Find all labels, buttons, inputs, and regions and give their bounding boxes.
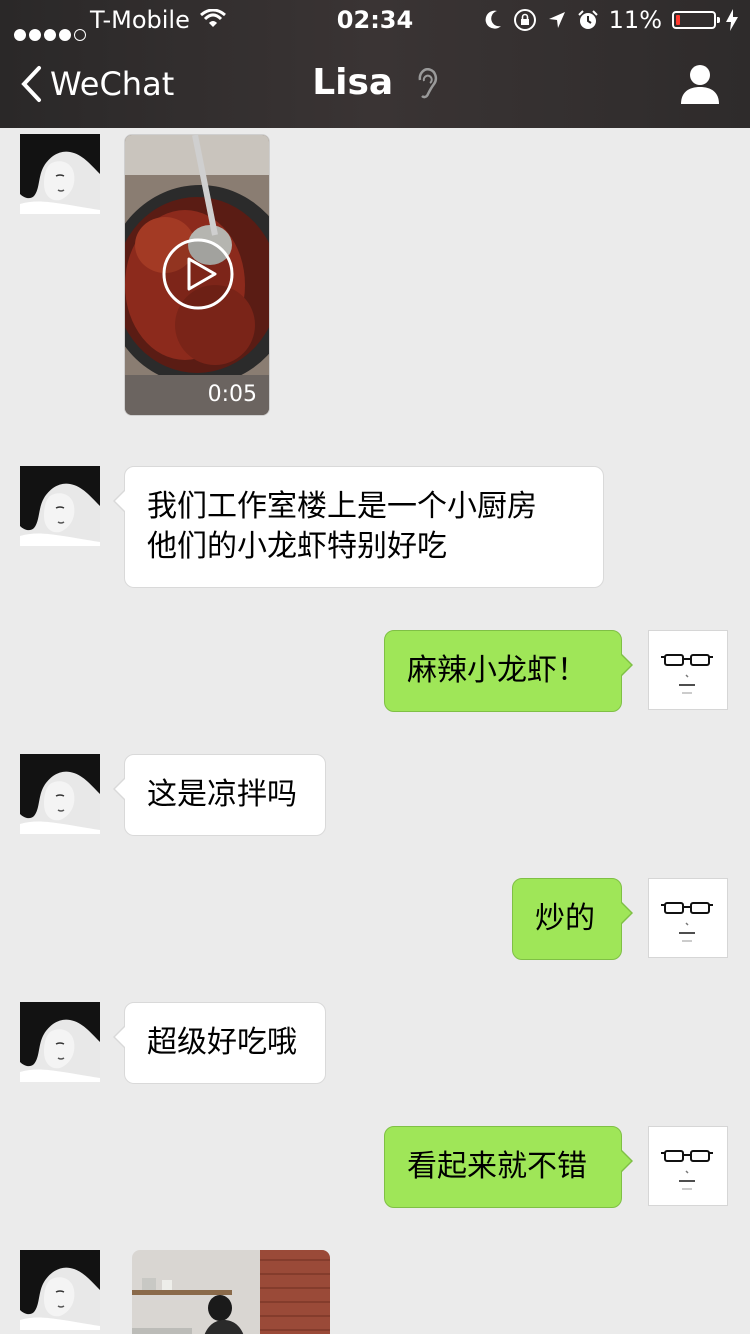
lisa-avatar[interactable]	[20, 754, 100, 834]
play-icon[interactable]	[161, 237, 235, 311]
image-message[interactable]	[132, 1250, 330, 1334]
message-bubble-outgoing[interactable]: 看起来就不错	[384, 1126, 633, 1208]
video-message[interactable]: 0:05	[124, 134, 270, 416]
message-text: 超级好吃哦	[147, 1025, 297, 1060]
message-bubble-incoming[interactable]: 我们工作室楼上是一个小厨房 他们的小龙虾特别好吃	[113, 466, 604, 588]
alarm-icon	[577, 10, 598, 29]
lisa-avatar[interactable]	[20, 1250, 100, 1330]
message-bubble-outgoing[interactable]: 麻辣小龙虾！	[384, 630, 633, 712]
message-text: 炒的	[535, 901, 595, 936]
message-bubble-incoming[interactable]: 这是凉拌吗	[113, 754, 326, 836]
message-list[interactable]: 0:05 我们工作室楼上是一个小厨房 他们的小龙虾特别好吃 麻辣小龙虾！ 这是凉…	[0, 128, 750, 1334]
message-text: 这是凉拌吗	[147, 777, 297, 812]
message-bubble-incoming[interactable]: 超级好吃哦	[113, 1002, 326, 1084]
status-icons: 11%	[483, 0, 738, 40]
charging-bolt-icon	[726, 9, 738, 31]
contact-name: Lisa	[312, 62, 394, 103]
lisa-avatar[interactable]	[20, 1002, 100, 1082]
battery-icon	[672, 11, 720, 29]
rotation-lock-icon	[513, 9, 536, 31]
battery-percent: 11%	[608, 6, 662, 34]
profile-icon[interactable]	[680, 64, 720, 104]
ear-icon	[418, 68, 437, 99]
message-bubble-outgoing[interactable]: 炒的	[512, 878, 633, 960]
lisa-avatar[interactable]	[20, 134, 100, 214]
message-text: 他们的小龙虾特别好吃	[147, 529, 447, 564]
location-icon	[548, 12, 565, 28]
chat-title: Lisa	[0, 62, 750, 103]
message-text: 麻辣小龙虾！	[407, 653, 587, 688]
lisa-avatar[interactable]	[20, 466, 100, 546]
my-avatar[interactable]	[648, 1126, 728, 1206]
battery-level	[676, 15, 680, 25]
status-bar: T-Mobile 02:34 11%	[0, 0, 750, 41]
header: T-Mobile 02:34 11% WeChat Lisa	[0, 0, 750, 128]
my-avatar[interactable]	[648, 878, 728, 958]
message-text: 看起来就不错	[407, 1149, 587, 1184]
video-duration: 0:05	[207, 382, 257, 407]
nav-bar: WeChat Lisa	[0, 40, 750, 128]
chat-screen: T-Mobile 02:34 11% WeChat Lisa 0:05 我们工作…	[0, 0, 750, 1334]
moon-icon	[485, 10, 501, 29]
message-text: 我们工作室楼上是一个小厨房	[147, 489, 537, 524]
my-avatar[interactable]	[648, 630, 728, 710]
